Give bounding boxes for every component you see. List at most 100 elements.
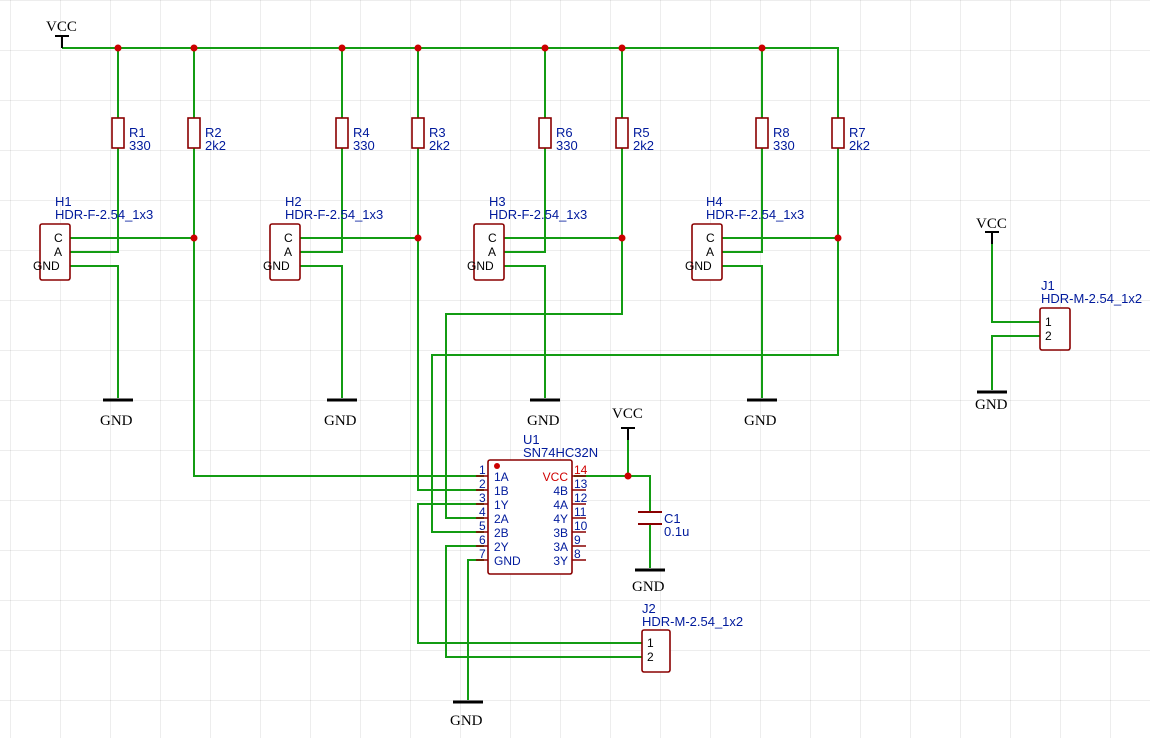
value-label: HDR-F-2.54_1x3 <box>489 207 587 222</box>
pin-number: 11 <box>574 505 587 519</box>
pin-number: 1 <box>479 463 486 477</box>
pin-label: GND <box>263 259 290 273</box>
schematic-canvas[interactable]: VCC VCC VCC GND GND GND GND GND GND GND … <box>0 0 1150 738</box>
power-gnd-3[interactable]: GND <box>527 398 560 429</box>
pin-name: 2B <box>494 526 509 540</box>
pin-name: 4B <box>553 484 568 498</box>
value-label: 2k2 <box>633 138 654 153</box>
pin-number: 2 <box>479 477 486 491</box>
value-label: HDR-M-2.54_1x2 <box>1041 291 1142 306</box>
pin-number: 12 <box>574 491 588 505</box>
pin-label: A <box>488 245 496 259</box>
gnd-label: GND <box>975 397 1008 413</box>
pin-label: GND <box>467 259 494 273</box>
ic-u1[interactable]: U1 SN74HC32N 1 2 3 4 5 6 7 1A 1B 1Y 2A 2… <box>476 432 598 575</box>
pin-label: 1 <box>1045 315 1052 329</box>
pin-number: 14 <box>574 463 588 477</box>
resistor-r7[interactable]: R7 2k2 <box>831 117 870 153</box>
pin-label: A <box>284 245 292 259</box>
pin-number: 5 <box>479 519 486 533</box>
pin-name: 4A <box>553 498 568 512</box>
pin-number: 10 <box>574 519 588 533</box>
pin-label: C <box>284 231 293 245</box>
junction-dot <box>114 44 122 52</box>
pin-label: C <box>706 231 715 245</box>
pin-label: 1 <box>647 636 654 650</box>
wire-r2[interactable] <box>193 48 484 477</box>
value-label: HDR-F-2.54_1x3 <box>285 207 383 222</box>
power-gnd-c1[interactable]: GND <box>632 568 665 595</box>
wire-h4-gnd[interactable] <box>720 265 763 398</box>
junction-dot <box>190 44 198 52</box>
pin-name: 2A <box>494 512 509 526</box>
pin-label: C <box>54 231 63 245</box>
resistor-r8[interactable]: R8 330 <box>755 117 795 153</box>
pin-name: 4Y <box>553 512 568 526</box>
junction-dot <box>758 44 766 52</box>
value-label: 330 <box>773 138 795 153</box>
power-vcc-ic[interactable]: VCC <box>612 406 643 440</box>
pin-name: 3A <box>553 540 568 554</box>
power-gnd-2[interactable]: GND <box>324 398 357 429</box>
power-gnd-4[interactable]: GND <box>744 398 777 429</box>
resistor-r3[interactable]: R3 2k2 <box>411 117 450 153</box>
connector-j2[interactable]: J2 HDR-M-2.54_1x2 1 2 <box>641 601 743 673</box>
schematic-svg: VCC VCC VCC GND GND GND GND GND GND GND … <box>33 19 1142 729</box>
resistor-r5[interactable]: R5 2k2 <box>615 117 654 153</box>
gnd-label: GND <box>632 579 665 595</box>
junction-dot <box>834 234 842 242</box>
pin-number: 9 <box>574 533 581 547</box>
value-label: 330 <box>129 138 151 153</box>
value-label: 2k2 <box>849 138 870 153</box>
power-vcc-j1[interactable]: VCC <box>976 216 1007 244</box>
wire-h3-gnd[interactable] <box>502 265 546 398</box>
pin-name: 2Y <box>494 540 509 554</box>
wire-j1-vcc[interactable] <box>991 232 1040 323</box>
capacitor-c1[interactable]: C1 0.1u <box>638 511 689 539</box>
resistor-r2[interactable]: R2 2k2 <box>187 117 226 153</box>
wire-vcc-rail[interactable] <box>62 47 839 118</box>
pin-number: 7 <box>479 547 486 561</box>
power-gnd-j1[interactable]: GND <box>975 390 1008 413</box>
junction-dot <box>541 44 549 52</box>
power-gnd-1[interactable]: GND <box>100 398 133 429</box>
wire-ic-gnd[interactable] <box>467 559 484 700</box>
pin-label: 2 <box>647 650 654 664</box>
value-label: HDR-M-2.54_1x2 <box>642 614 743 629</box>
pin-number: 3 <box>479 491 486 505</box>
gnd-label: GND <box>744 413 777 429</box>
value-label: 330 <box>353 138 375 153</box>
value-label: 2k2 <box>205 138 226 153</box>
resistor-r6[interactable]: R6 330 <box>538 117 578 153</box>
vcc-label: VCC <box>976 216 1007 232</box>
resistor-r1[interactable]: R1 330 <box>111 117 151 153</box>
power-vcc-top[interactable]: VCC <box>46 19 77 48</box>
resistor-r4[interactable]: R4 330 <box>335 117 375 153</box>
gnd-label: GND <box>527 413 560 429</box>
pin-number: 6 <box>479 533 486 547</box>
junction-dot <box>190 234 198 242</box>
pin-number: 4 <box>479 505 486 519</box>
connector-j1[interactable]: J1 HDR-M-2.54_1x2 1 2 <box>1039 278 1142 351</box>
pin-name: 1B <box>494 484 509 498</box>
pin-label: GND <box>685 259 712 273</box>
value-label: SN74HC32N <box>523 445 598 460</box>
vcc-label: VCC <box>46 19 77 35</box>
pin-name: 3Y <box>553 554 568 568</box>
gnd-label: GND <box>324 413 357 429</box>
pin-label: A <box>54 245 62 259</box>
pin-name: 1A <box>494 470 509 484</box>
pin-number: 8 <box>574 547 581 561</box>
value-label: 0.1u <box>664 524 689 539</box>
wire-j1-gnd[interactable] <box>991 335 1040 390</box>
gnd-label: GND <box>100 413 133 429</box>
wire-h2-gnd[interactable] <box>298 265 343 398</box>
pin-name: 3B <box>553 526 568 540</box>
wire-h1-gnd[interactable] <box>70 265 119 398</box>
power-gnd-ic[interactable]: GND <box>450 700 483 729</box>
pin-name: GND <box>494 554 521 568</box>
pin-number: 13 <box>574 477 588 491</box>
junction-dot <box>618 234 626 242</box>
value-label: HDR-F-2.54_1x3 <box>55 207 153 222</box>
value-label: 2k2 <box>429 138 450 153</box>
